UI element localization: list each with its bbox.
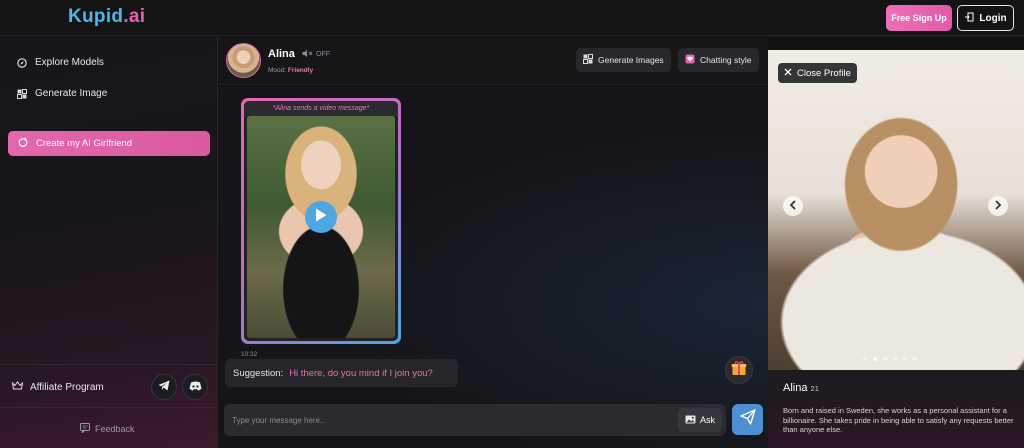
sidebar-item-label: Explore Models <box>35 57 104 68</box>
close-profile-label: Close Profile <box>797 67 851 79</box>
chevron-left-icon <box>789 197 797 215</box>
carousel-dot[interactable] <box>913 357 917 361</box>
sidebar-divider <box>0 407 218 408</box>
chat-name: Alina <box>268 48 295 60</box>
login-button[interactable]: Login <box>957 5 1014 31</box>
carousel-dot[interactable] <box>903 357 907 361</box>
profile-info: Alina 21 Born and raised in Sweden, she … <box>768 370 1024 448</box>
create-sparkle-icon <box>18 137 28 150</box>
create-label: Create my AI Girlfriend <box>36 138 133 149</box>
carousel-dots <box>863 357 917 361</box>
carousel-next-button[interactable] <box>988 196 1008 216</box>
compass-icon <box>17 57 27 68</box>
discord-icon <box>189 378 202 396</box>
video-message[interactable]: *Alina sends a video message* <box>241 98 401 344</box>
crown-icon <box>11 380 24 393</box>
login-icon <box>964 12 974 25</box>
telegram-button[interactable] <box>151 374 177 400</box>
kupid-logo[interactable]: Kupid.ai <box>68 6 145 28</box>
create-ai-girlfriend-button[interactable]: Create my AI Girlfriend <box>8 131 210 156</box>
generate-images-label: Generate Images <box>598 55 664 65</box>
profile-panel: Close Profile Alina 21 Born and raised i… <box>768 50 1024 448</box>
profile-photo <box>768 50 1024 370</box>
top-bar: Kupid.ai Free Sign Up Login <box>0 0 1024 36</box>
feedback-icon <box>80 423 90 435</box>
free-signup-button[interactable]: Free Sign Up <box>886 5 952 31</box>
chevron-right-icon <box>994 197 1002 215</box>
play-icon <box>315 208 327 227</box>
send-button[interactable] <box>732 404 763 435</box>
speaker-muted-icon <box>302 49 313 60</box>
suggestion-label: Suggestion: <box>233 367 284 379</box>
sidebar: Explore Models Generate Image Create my … <box>0 37 218 448</box>
mood-label: Mood: <box>268 67 287 74</box>
heart-chat-icon <box>685 54 695 66</box>
close-profile-button[interactable]: Close Profile <box>778 63 857 83</box>
logo-ai: ai <box>128 6 146 27</box>
login-label: Login <box>979 12 1007 24</box>
avatar[interactable] <box>226 43 261 78</box>
generate-images-button[interactable]: Generate Images <box>576 48 671 72</box>
chatting-style-label: Chatting style <box>700 55 752 65</box>
gift-icon <box>731 360 747 381</box>
profile-bio: Born and raised in Sweden, she works as … <box>783 406 1014 434</box>
sidebar-item-explore-models[interactable]: Explore Models <box>17 57 104 68</box>
video-message-inner: *Alina sends a video message* <box>244 101 398 341</box>
message-timestamp: 10:32 <box>241 351 258 358</box>
suggestion-chip[interactable]: Suggestion: Hi there, do you mind if I j… <box>225 359 458 387</box>
affiliate-program-link[interactable]: Affiliate Program <box>11 380 104 393</box>
chatting-style-button[interactable]: Chatting style <box>678 48 759 72</box>
profile-name: Alina 21 <box>783 382 819 394</box>
close-icon <box>784 68 792 79</box>
sidebar-item-label: Generate Image <box>35 88 108 99</box>
image-icon <box>17 88 27 99</box>
suggestion-text: Hi there, do you mind if I join you? <box>289 367 433 379</box>
telegram-icon <box>158 378 170 396</box>
carousel-dot[interactable] <box>893 357 897 361</box>
mood-indicator: Mood: Friendly <box>268 67 313 74</box>
affiliate-label: Affiliate Program <box>30 381 104 393</box>
profile-name-text: Alina <box>783 382 808 394</box>
logo-letter-k: K <box>68 6 83 27</box>
sound-state: OFF <box>316 51 330 58</box>
sound-toggle[interactable]: OFF <box>302 49 330 60</box>
profile-age: 21 <box>810 384 819 393</box>
message-input[interactable] <box>232 412 672 428</box>
send-icon <box>739 409 756 430</box>
sidebar-divider <box>0 364 218 365</box>
feedback-label: Feedback <box>95 424 135 434</box>
ask-image-button[interactable]: Ask <box>678 408 722 432</box>
ask-label: Ask <box>699 415 715 425</box>
play-button[interactable] <box>305 201 337 233</box>
chat-header: Alina OFF Mood: Friendly Generate Images… <box>219 37 768 85</box>
sidebar-item-generate-image[interactable]: Generate Image <box>17 88 107 99</box>
carousel-prev-button[interactable] <box>783 196 803 216</box>
carousel-dot[interactable] <box>863 357 867 361</box>
mood-value: Friendly <box>287 67 314 74</box>
logo-text: upid <box>82 6 124 27</box>
gift-button[interactable] <box>725 356 753 384</box>
video-caption: *Alina sends a video message* <box>244 101 398 116</box>
image-icon <box>685 415 696 426</box>
image-grid-icon <box>583 54 593 66</box>
feedback-link[interactable]: Feedback <box>80 423 135 435</box>
carousel-dot[interactable] <box>883 357 887 361</box>
carousel-dot[interactable] <box>873 357 877 361</box>
chat-area: *Alina sends a video message* 10:32 Sugg… <box>219 86 768 448</box>
message-input-box: Ask <box>224 404 726 436</box>
discord-button[interactable] <box>182 374 208 400</box>
